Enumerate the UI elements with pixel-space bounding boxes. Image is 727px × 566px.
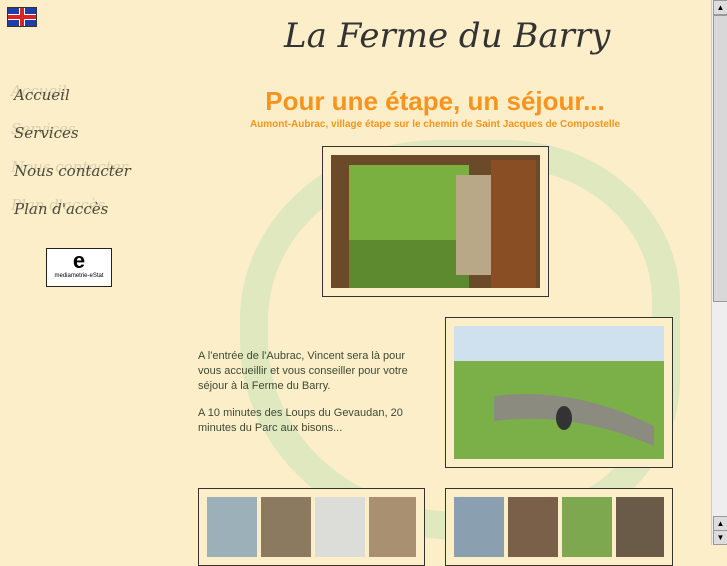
site-title: La Ferme du Barry bbox=[284, 16, 611, 56]
photo-courtyard bbox=[322, 146, 549, 297]
intro-text: A l'entrée de l'Aubrac, Vincent sera là … bbox=[198, 349, 428, 448]
uk-flag-icon[interactable] bbox=[7, 7, 37, 27]
scrollbar-thumb[interactable] bbox=[713, 15, 727, 302]
estat-badge[interactable]: e mediametrie-eStat bbox=[46, 248, 112, 287]
photo-strip-2 bbox=[445, 488, 673, 566]
nav-services[interactable]: Services bbox=[14, 124, 79, 142]
scroll-down-icon[interactable]: ▼ bbox=[713, 530, 727, 545]
scroll-up-icon[interactable]: ▲ bbox=[713, 0, 727, 15]
nav-contact[interactable]: Nous contacter bbox=[14, 162, 131, 180]
page-heading: Pour une étape, un séjour... bbox=[265, 86, 605, 116]
estat-logo-icon: e bbox=[72, 248, 86, 273]
scroll-up-icon[interactable]: ▲ bbox=[713, 516, 727, 531]
intro-paragraph: A l'entrée de l'Aubrac, Vincent sera là … bbox=[198, 350, 408, 392]
page-subheading: Aumont-Aubrac, village étape sur le chem… bbox=[249, 119, 621, 130]
nav-plan[interactable]: Plan d'accès bbox=[14, 200, 108, 218]
photo-strip-1 bbox=[198, 488, 425, 566]
vertical-scrollbar[interactable]: ▲ ▲ ▼ bbox=[711, 0, 727, 545]
intro-paragraph: A 10 minutes des Loups du Gevaudan, 20 m… bbox=[198, 407, 403, 434]
photo-bridge bbox=[445, 317, 673, 468]
estat-label: mediametrie-eStat bbox=[54, 273, 104, 279]
nav-accueil[interactable]: Accueil bbox=[14, 86, 70, 104]
